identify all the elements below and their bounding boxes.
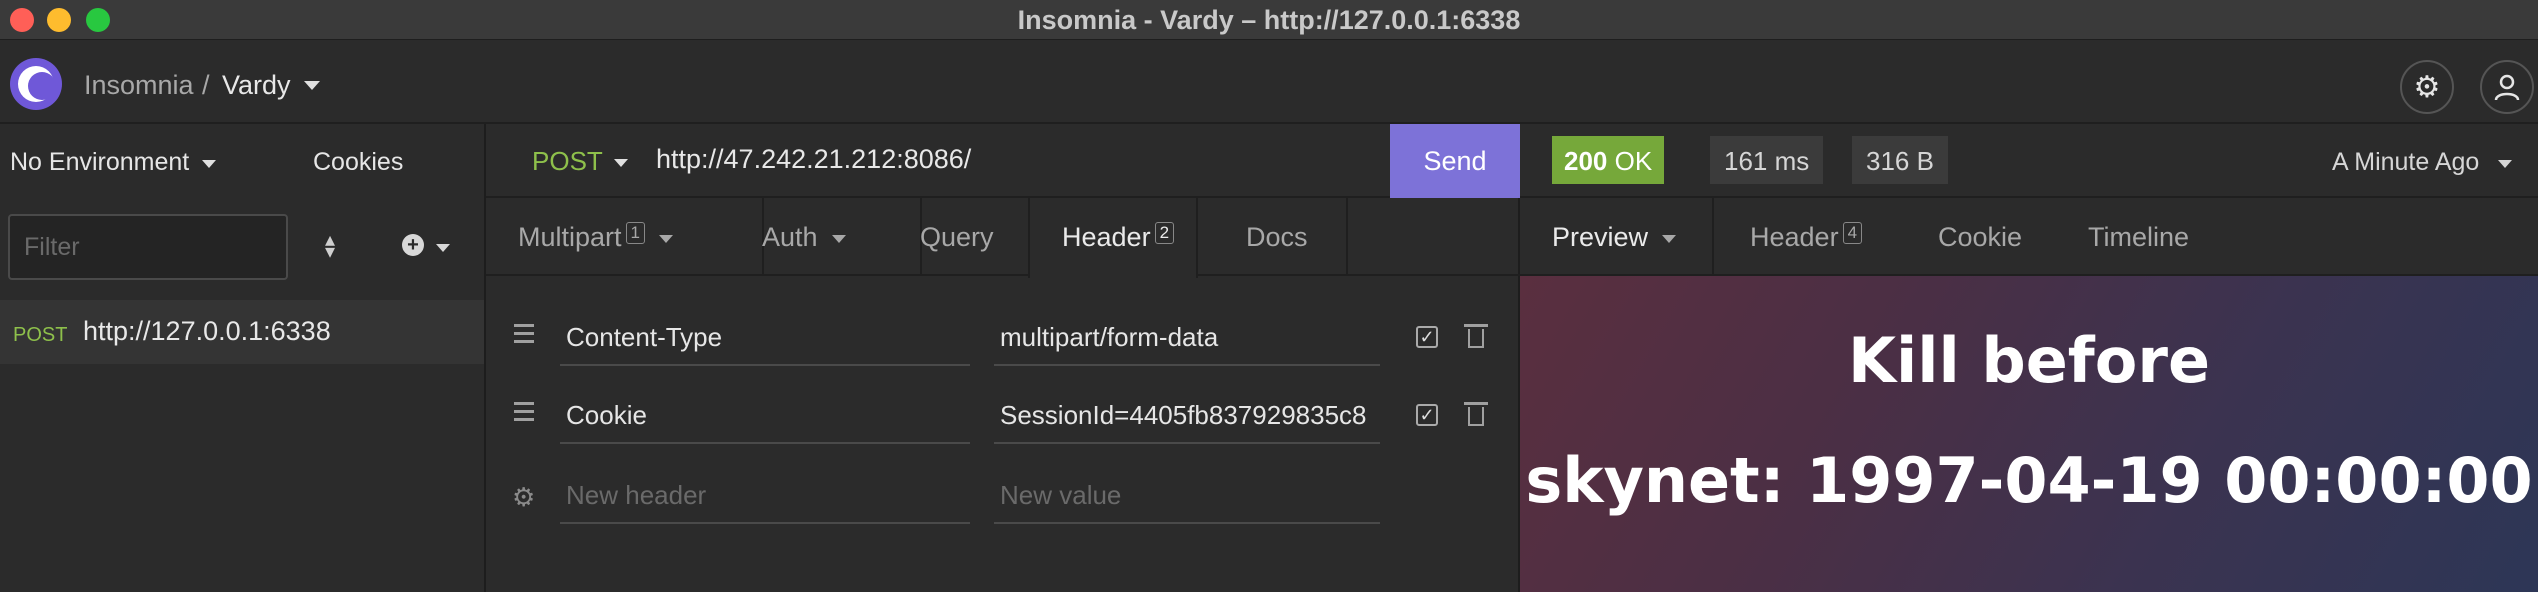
account-button[interactable]	[2480, 60, 2534, 114]
preview-text-line: Kill before	[1847, 324, 2210, 397]
header-name-field[interactable]: Content-Type	[560, 304, 970, 366]
tab-divider	[1346, 198, 1348, 276]
chevron-down-icon[interactable]	[202, 160, 216, 168]
tab-badge: 1	[625, 222, 645, 244]
gear-icon[interactable]: ⚙	[512, 482, 535, 513]
sidebar-request-item[interactable]: POST http://127.0.0.1:6338	[0, 300, 484, 364]
breadcrumb-app[interactable]: Insomnia	[84, 70, 194, 101]
tab-header[interactable]: Header 2	[1028, 198, 1198, 278]
tab-multipart[interactable]: Multipart 1	[518, 198, 673, 276]
preview-text-line: skynet: 1997-04-19 00:00:00	[1525, 444, 2533, 517]
enable-checkbox-icon[interactable]: ✓	[1416, 326, 1438, 348]
header-value-field[interactable]: multipart/form-data	[994, 304, 1380, 366]
trash-icon[interactable]	[1464, 402, 1488, 426]
response-status-bar: 200 OK 161 ms 316 B A Minute Ago	[1520, 124, 2538, 198]
app-header: Insomnia / Vardy ⚙	[0, 40, 2538, 124]
cookies-button[interactable]: Cookies	[313, 148, 403, 177]
chevron-down-icon[interactable]	[304, 81, 320, 90]
request-tabs: Multipart 1 Auth Query Header 2 Docs	[486, 198, 1520, 278]
new-header-field[interactable]: New header	[560, 462, 970, 524]
drag-handle-icon[interactable]	[514, 324, 534, 348]
tab-label: Query	[920, 222, 994, 252]
chevron-down-icon[interactable]	[2498, 160, 2512, 168]
sidebar: No Environment Cookies ▴▾ + POST http://…	[0, 124, 486, 592]
response-size-badge: 316 B	[1852, 136, 1948, 184]
tab-response-header[interactable]: Header 4	[1750, 198, 1863, 276]
request-name-label: http://127.0.0.1:6338	[83, 316, 331, 346]
enable-checkbox-icon[interactable]: ✓	[1416, 404, 1438, 426]
breadcrumb-separator: /	[202, 70, 210, 100]
response-pane: 200 OK 161 ms 316 B A Minute Ago Preview…	[1520, 124, 2538, 592]
environment-selector[interactable]: No Environment	[10, 148, 189, 177]
request-pane: POST Send Multipart1 Auth Query Header2 …	[486, 124, 1520, 592]
tab-docs[interactable]: Docs	[1246, 198, 1308, 276]
chevron-down-icon[interactable]	[436, 244, 450, 252]
chevron-down-icon	[831, 234, 846, 243]
url-bar: POST Send	[486, 124, 1520, 198]
settings-button[interactable]: ⚙	[2400, 60, 2454, 114]
method-dropdown[interactable]: POST	[532, 146, 603, 177]
tab-label: Docs	[1246, 222, 1308, 252]
tab-badge: 2	[1154, 222, 1175, 244]
status-badge: 200 OK	[1552, 136, 1665, 184]
tab-label: Timeline	[2088, 222, 2190, 252]
tab-cookie[interactable]: Cookie	[1938, 198, 2022, 276]
tab-timeline[interactable]: Timeline	[2088, 198, 2189, 276]
tab-preview[interactable]: Preview	[1520, 198, 1714, 276]
insomnia-logo-icon[interactable]	[10, 58, 62, 110]
title-bar: Insomnia - Vardy – http://127.0.0.1:6338	[0, 0, 2538, 40]
send-button[interactable]: Send	[1390, 124, 1520, 198]
drag-handle-icon[interactable]	[514, 402, 534, 426]
tab-label: Multipart	[518, 222, 622, 252]
header-row: Content-Type multipart/form-data ✓	[486, 296, 1520, 374]
tab-query[interactable]: Query	[920, 198, 994, 276]
gear-icon: ⚙	[2413, 70, 2441, 104]
tab-label: Preview	[1552, 222, 1649, 252]
status-text: OK	[1614, 146, 1653, 176]
breadcrumb-workspace[interactable]: Vardy	[222, 70, 291, 101]
tab-auth[interactable]: Auth	[762, 198, 846, 276]
header-name-field[interactable]: Cookie	[560, 382, 970, 444]
url-input[interactable]	[656, 144, 1256, 175]
window-title: Insomnia - Vardy – http://127.0.0.1:6338	[1017, 5, 1521, 35]
chevron-down-icon[interactable]	[614, 159, 628, 167]
header-row: Cookie SessionId=4405fb837929835c8 ✓	[486, 374, 1520, 452]
response-time-badge: 161 ms	[1710, 136, 1824, 184]
header-value-field[interactable]: SessionId=4405fb837929835c8	[994, 382, 1380, 444]
tab-label: Auth	[762, 222, 818, 252]
response-history-dropdown[interactable]: A Minute Ago	[2332, 148, 2479, 177]
tab-label: Header	[1750, 222, 1839, 252]
tab-label: Header	[1062, 222, 1151, 252]
status-code: 200	[1564, 146, 1608, 176]
user-icon	[2494, 74, 2520, 101]
response-preview: Kill before skynet: 1997-04-19 00:00:00	[1520, 276, 2538, 592]
chevron-down-icon	[659, 234, 673, 243]
filter-input[interactable]	[8, 214, 288, 280]
add-icon[interactable]: +	[402, 234, 424, 256]
request-method-label: POST	[13, 324, 68, 346]
new-value-field[interactable]: New value	[994, 462, 1380, 524]
chevron-down-icon	[1662, 234, 1677, 243]
new-header-row: ⚙ New header New value	[486, 454, 1520, 532]
trash-icon[interactable]	[1464, 324, 1488, 348]
sort-icon[interactable]: ▴ ▾	[320, 230, 340, 262]
tab-badge: 4	[1842, 222, 1863, 244]
tab-label: Cookie	[1938, 222, 2023, 252]
